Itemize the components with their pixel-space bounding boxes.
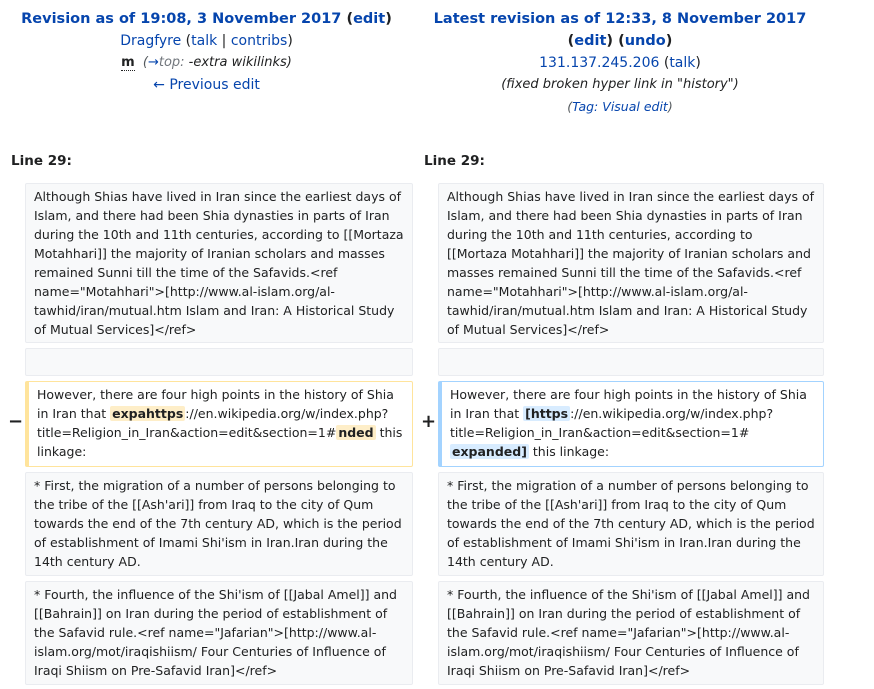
right-edit-summary: (fixed broken hyper link in "history") bbox=[501, 77, 739, 92]
added-line: However, there are four high points in t… bbox=[438, 381, 824, 467]
left-user-line: Dragfyre (talk | contribs) bbox=[120, 33, 293, 49]
added-word-1: [https bbox=[523, 406, 571, 421]
deleted-word-2: nded bbox=[336, 425, 376, 440]
left-context-paragraph-2: * First, the migration of a number of pe… bbox=[25, 472, 413, 576]
right-line-number: Line 29: bbox=[424, 153, 485, 169]
right-summary-line: (fixed broken hyper link in "history") bbox=[420, 74, 820, 96]
left-context-empty bbox=[25, 348, 413, 376]
left-talk-link[interactable]: talk bbox=[191, 33, 217, 49]
tag-label-link[interactable]: Tag: bbox=[572, 99, 598, 114]
previous-edit-link[interactable]: ← Previous edit bbox=[153, 77, 260, 93]
ip-user-link[interactable]: 131.137.245.206 bbox=[539, 55, 659, 71]
left-context-paragraph-1: Although Shias have lived in Iran since … bbox=[25, 183, 413, 343]
right-revision-title-line: Latest revision as of 12:33, 8 November … bbox=[420, 8, 820, 30]
added-text-post: this linkage: bbox=[528, 444, 610, 459]
right-context-paragraph-2: * First, the migration of a number of pe… bbox=[438, 472, 824, 576]
tag-line: (Tag: Visual edit) bbox=[567, 99, 673, 114]
added-word-2: expanded] bbox=[450, 444, 529, 459]
previous-edit-line: ← Previous edit bbox=[10, 74, 403, 96]
left-context-paragraph-3: * Fourth, the influence of the Shi'ism o… bbox=[25, 581, 413, 685]
left-revision-title-line: Revision as of 19:08, 3 November 2017 (e… bbox=[21, 11, 392, 27]
left-summary-line: m (→top: -extra wikilinks) bbox=[121, 55, 292, 71]
section-arrow-link[interactable]: → bbox=[148, 55, 159, 70]
right-actions-line: (edit) (undo) bbox=[567, 33, 673, 49]
right-revision-link[interactable]: Latest revision as of 12:33, 8 November … bbox=[434, 11, 807, 27]
left-edit-link[interactable]: edit bbox=[353, 11, 385, 27]
undo-link[interactable]: undo bbox=[625, 33, 666, 49]
right-context-empty bbox=[438, 348, 824, 376]
left-revision-link[interactable]: Revision as of 19:08, 3 November 2017 bbox=[21, 11, 341, 27]
left-user-link[interactable]: Dragfyre bbox=[120, 33, 181, 49]
minor-edit-flag: m bbox=[121, 55, 135, 71]
right-context-paragraph-1: Although Shias have lived in Iran since … bbox=[438, 183, 824, 343]
right-user-line: 131.137.245.206 (talk) bbox=[539, 55, 701, 71]
right-talk-link[interactable]: talk bbox=[669, 55, 695, 71]
deleted-line-marker: − bbox=[8, 411, 24, 432]
right-edit-link[interactable]: edit bbox=[574, 33, 606, 49]
deleted-word-1: expahttps bbox=[110, 406, 186, 421]
added-line-marker: + bbox=[421, 411, 437, 432]
left-contribs-link[interactable]: contribs bbox=[231, 33, 287, 49]
deleted-line: However, there are four high points in t… bbox=[25, 381, 413, 467]
right-revision-header: Latest revision as of 12:33, 8 November … bbox=[420, 8, 820, 118]
section-name: top: bbox=[158, 55, 185, 70]
left-revision-header: Revision as of 19:08, 3 November 2017 (e… bbox=[10, 8, 403, 96]
right-context-paragraph-3: * Fourth, the influence of the Shi'ism o… bbox=[438, 581, 824, 685]
tag-value-link[interactable]: Visual edit bbox=[602, 99, 668, 114]
left-edit-summary: -extra wikilinks) bbox=[188, 55, 292, 70]
left-line-number: Line 29: bbox=[11, 153, 72, 169]
